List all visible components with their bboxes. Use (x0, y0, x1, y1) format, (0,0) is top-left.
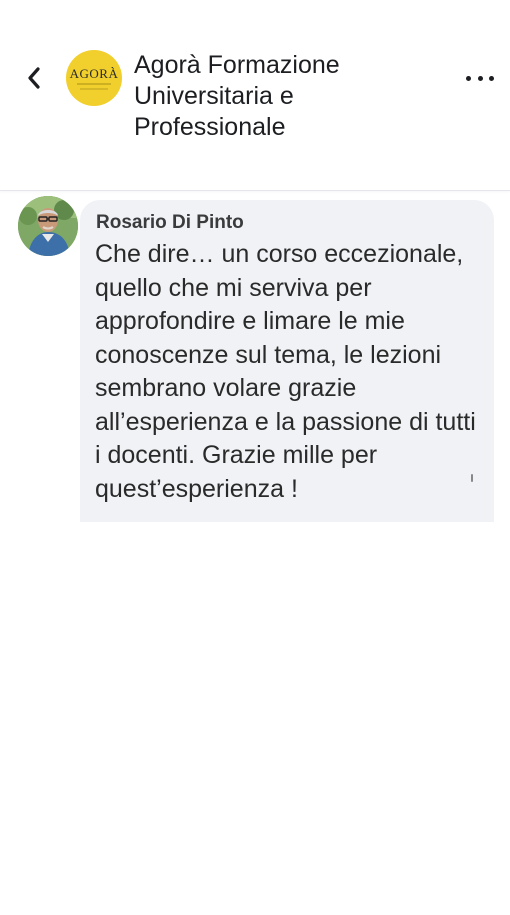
page-title[interactable]: Agorà Formazione Universitaria e Profess… (134, 50, 434, 143)
logo-line (77, 83, 111, 85)
page-logo[interactable]: AGORÀ (66, 50, 122, 106)
page-header: AGORÀ Agorà Formazione Universitaria e P… (0, 0, 510, 191)
logo-text: AGORÀ (69, 66, 119, 81)
chevron-left-icon (28, 67, 40, 89)
scroll-indicator (471, 474, 473, 482)
logo-line (80, 88, 108, 90)
comment-author[interactable]: Rosario Di Pinto (96, 212, 244, 234)
more-horizontal-icon (477, 75, 483, 81)
more-horizontal-icon (466, 75, 471, 81)
comment-text: Che dire… un corso eccezionale, quello c… (95, 240, 476, 503)
more-horizontal-icon (489, 75, 494, 81)
more-options-button[interactable] (466, 68, 494, 88)
back-button[interactable] (20, 62, 48, 94)
avatar[interactable] (18, 196, 78, 256)
avatar-image (18, 196, 78, 256)
comment-bubble[interactable]: Rosario Di Pinto Che dire… un corso ecce… (80, 200, 494, 522)
